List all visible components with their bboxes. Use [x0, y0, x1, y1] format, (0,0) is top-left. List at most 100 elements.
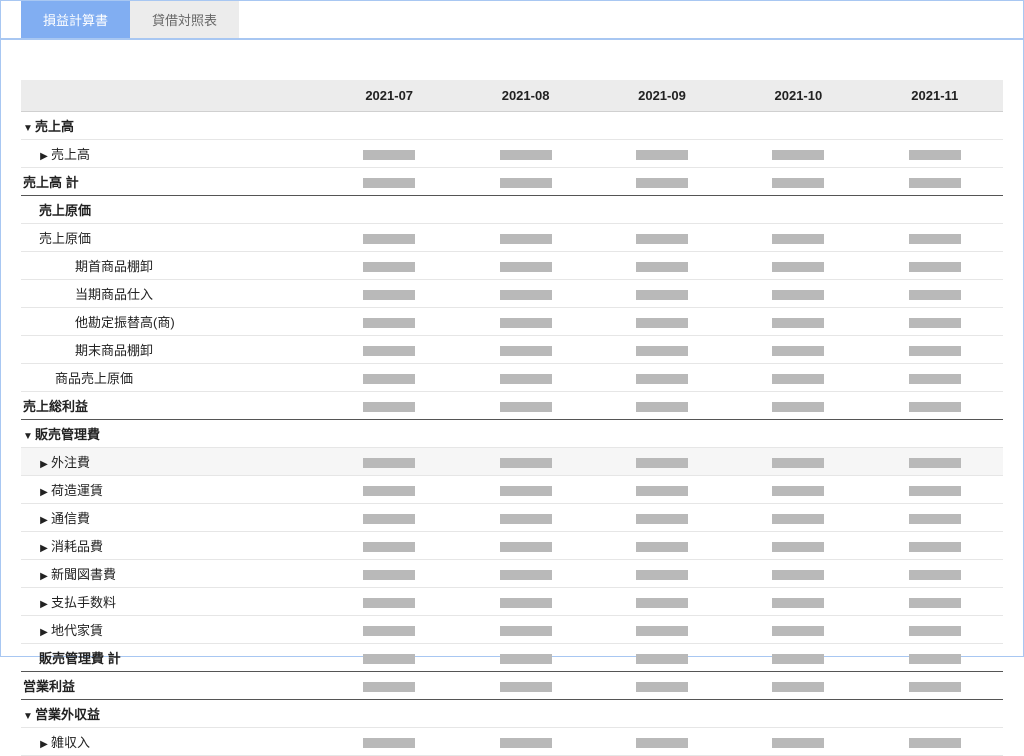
- value-placeholder: [636, 738, 688, 748]
- table-row: 当期商品仕入: [21, 280, 1003, 308]
- value-placeholder: [636, 542, 688, 552]
- table-row: 売上原価: [21, 196, 1003, 224]
- value-placeholder: [500, 738, 552, 748]
- tab-profit-loss[interactable]: 損益計算書: [21, 1, 130, 38]
- value-placeholder: [636, 486, 688, 496]
- value-cell: [457, 140, 593, 168]
- row-label: 他勘定振替高(商): [21, 308, 321, 336]
- value-cell: [867, 588, 1003, 616]
- expand-icon[interactable]: ▶: [39, 543, 49, 554]
- row-label[interactable]: ▼営業外収益: [21, 700, 321, 728]
- row-label[interactable]: ▶雑収入: [21, 728, 321, 756]
- value-cell: [594, 504, 730, 532]
- collapse-icon[interactable]: ▼: [23, 711, 33, 722]
- value-placeholder: [772, 318, 824, 328]
- value-placeholder: [772, 626, 824, 636]
- value-cell: [867, 672, 1003, 700]
- value-placeholder: [363, 626, 415, 636]
- pl-table: 2021-07 2021-08 2021-09 2021-10 2021-11 …: [21, 80, 1003, 756]
- value-cell: [730, 140, 866, 168]
- table-row: ▶地代家賃: [21, 616, 1003, 644]
- value-placeholder: [772, 682, 824, 692]
- value-cell: [730, 364, 866, 392]
- value-cell: [321, 672, 457, 700]
- value-placeholder: [636, 654, 688, 664]
- value-placeholder: [909, 290, 961, 300]
- value-placeholder: [636, 374, 688, 384]
- value-cell: [594, 364, 730, 392]
- row-label-text: 消耗品費: [51, 539, 103, 554]
- value-cell: [457, 728, 593, 756]
- value-cell: [730, 504, 866, 532]
- row-label[interactable]: ▶通信費: [21, 504, 321, 532]
- value-cell: [594, 616, 730, 644]
- header-blank: [21, 80, 321, 112]
- value-placeholder: [909, 178, 961, 188]
- value-placeholder: [772, 262, 824, 272]
- value-placeholder: [909, 262, 961, 272]
- expand-icon[interactable]: ▶: [39, 571, 49, 582]
- value-placeholder: [500, 402, 552, 412]
- value-cell: [594, 112, 730, 140]
- value-placeholder: [363, 514, 415, 524]
- value-cell: [321, 616, 457, 644]
- row-label-text: 支払手数料: [51, 595, 116, 610]
- value-cell: [594, 168, 730, 196]
- value-cell: [594, 672, 730, 700]
- value-cell: [730, 644, 866, 672]
- row-label[interactable]: ▼販売管理費: [21, 420, 321, 448]
- row-label[interactable]: ▶地代家賃: [21, 616, 321, 644]
- value-cell: [321, 448, 457, 476]
- value-placeholder: [500, 514, 552, 524]
- row-label: 売上原価: [21, 196, 321, 224]
- value-placeholder: [363, 598, 415, 608]
- value-cell: [321, 420, 457, 448]
- row-label: 販売管理費 計: [21, 644, 321, 672]
- value-placeholder: [363, 318, 415, 328]
- row-label-text: 期末商品棚卸: [75, 343, 153, 358]
- value-cell: [730, 476, 866, 504]
- table-row: ▼販売管理費: [21, 420, 1003, 448]
- tab-balance-sheet[interactable]: 貸借対照表: [130, 1, 239, 38]
- value-cell: [867, 112, 1003, 140]
- value-placeholder: [772, 458, 824, 468]
- row-label[interactable]: ▶売上高: [21, 140, 321, 168]
- value-cell: [321, 308, 457, 336]
- value-placeholder: [772, 402, 824, 412]
- value-cell: [457, 700, 593, 728]
- value-cell: [457, 336, 593, 364]
- value-cell: [321, 196, 457, 224]
- row-label[interactable]: ▶外注費: [21, 448, 321, 476]
- row-label: 売上原価: [21, 224, 321, 252]
- value-placeholder: [772, 654, 824, 664]
- value-cell: [867, 504, 1003, 532]
- value-placeholder: [500, 682, 552, 692]
- value-cell: [867, 280, 1003, 308]
- value-placeholder: [772, 374, 824, 384]
- value-cell: [321, 728, 457, 756]
- row-label[interactable]: ▶支払手数料: [21, 588, 321, 616]
- value-placeholder: [772, 346, 824, 356]
- row-label[interactable]: ▶消耗品費: [21, 532, 321, 560]
- value-cell: [594, 336, 730, 364]
- value-placeholder: [363, 234, 415, 244]
- expand-icon[interactable]: ▶: [39, 515, 49, 526]
- value-placeholder: [636, 598, 688, 608]
- table-row: 期首商品棚卸: [21, 252, 1003, 280]
- row-label-text: 地代家賃: [51, 623, 103, 638]
- collapse-icon[interactable]: ▼: [23, 431, 33, 442]
- row-label[interactable]: ▼売上高: [21, 112, 321, 140]
- value-placeholder: [909, 150, 961, 160]
- row-label[interactable]: ▶荷造運賃: [21, 476, 321, 504]
- expand-icon[interactable]: ▶: [39, 599, 49, 610]
- expand-icon[interactable]: ▶: [39, 487, 49, 498]
- expand-icon[interactable]: ▶: [39, 627, 49, 638]
- value-placeholder: [909, 402, 961, 412]
- row-label[interactable]: ▶新聞図書費: [21, 560, 321, 588]
- expand-icon[interactable]: ▶: [39, 459, 49, 470]
- collapse-icon[interactable]: ▼: [23, 123, 33, 134]
- expand-icon[interactable]: ▶: [39, 151, 49, 162]
- expand-icon[interactable]: ▶: [39, 739, 49, 750]
- value-cell: [730, 532, 866, 560]
- value-cell: [321, 168, 457, 196]
